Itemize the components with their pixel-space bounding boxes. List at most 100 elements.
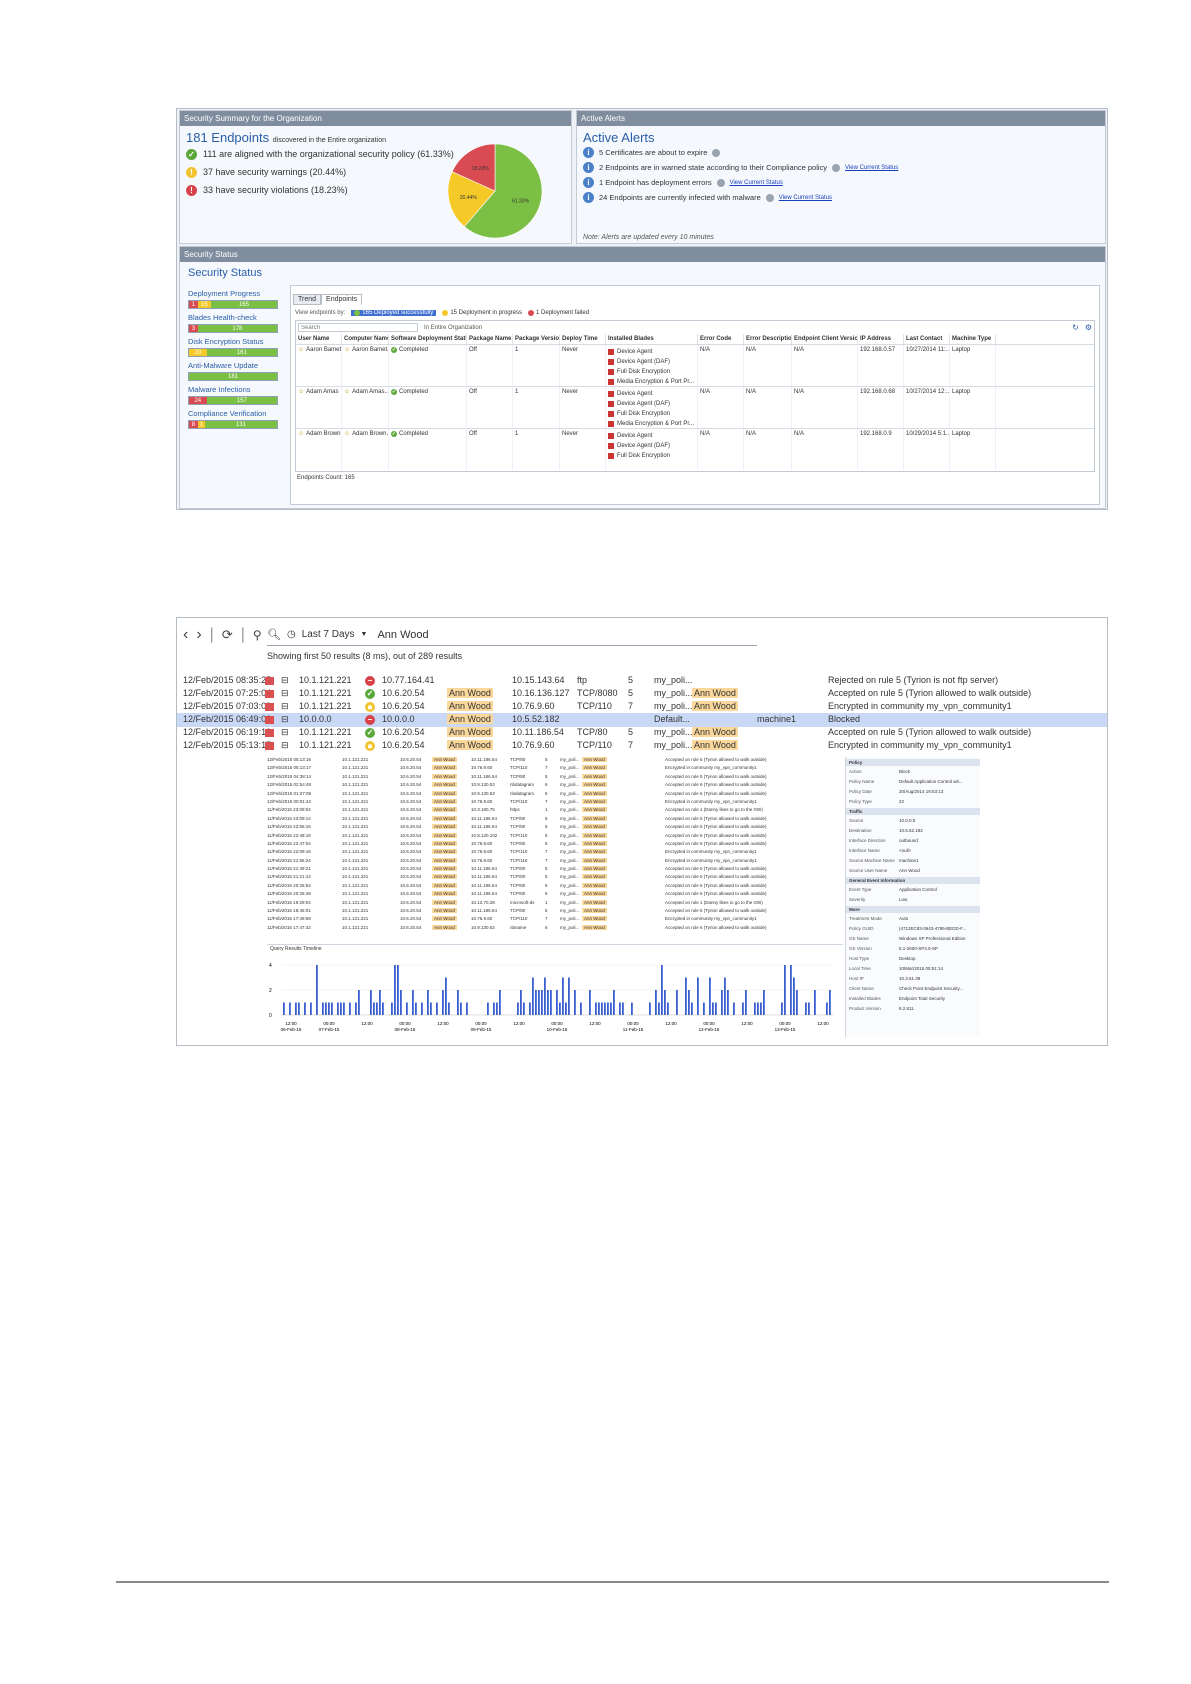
status-metric-label[interactable]: Disk Encryption Status [188,337,288,346]
log-row[interactable]: 12/Feb/2015 05:13:16 10.1.121.221 10.6.20.… [267,757,845,765]
status-metric-label[interactable]: Blades Health-check [188,313,288,322]
column-header[interactable]: Installed Blades [606,334,698,344]
status-metric-bar[interactable]: 1 15 165 [188,300,278,309]
log-row[interactable]: 12/Feb/2015 08:35:25 10.1.121.221 10.77.16… [177,674,1107,688]
log-row[interactable]: 11/Feb/2015 21:49:21 10.1.121.221 10.6.20.… [267,866,845,874]
status-metric-bar[interactable]: 3 178 [188,324,278,333]
log-cell-svc: TCP/110 [510,857,528,863]
log-cell-dst: 10.6.20.54 [400,840,422,846]
status-metric-bar[interactable]: 24 157 [188,396,278,405]
query-bar[interactable]: 🔍︎ ◷ Last 7 Days ▼ Ann Wood [267,624,757,646]
view-current-status-link[interactable]: View Current Status [779,195,832,201]
log-row[interactable]: 11/Feb/2015 22:47:04 10.1.121.221 10.6.20.… [267,840,845,849]
log-row[interactable]: 12/Feb/2015 00:01:42 10.1.121.221 10.6.20.… [267,798,845,807]
timeline-bar [631,1002,633,1015]
status-metric-label[interactable]: Malware Infections [188,385,288,394]
details-section-header[interactable]: Policy [846,759,980,766]
back-icon[interactable]: ‹ [183,626,188,644]
log-row[interactable]: 11/Feb/2015 18:45:01 10.1.121.221 10.6.20.… [267,908,845,916]
column-header[interactable]: Package Version [513,334,560,344]
status-metric-bar[interactable]: 8 1 131 [188,420,278,429]
time-range[interactable]: Last 7 Days [302,629,355,640]
status-metric-bar[interactable]: 20 161 [188,348,278,357]
column-header[interactable]: Computer Name [342,334,389,344]
chevron-down-icon[interactable]: ▼ [361,631,368,638]
status-metric-bar[interactable]: 181 [188,372,278,381]
column-header[interactable]: Error Code [698,334,744,344]
log-cell-user2: Ann Wood [582,874,607,880]
log-row[interactable]: 11/Feb/2015 20:25:49 10.1.121.221 10.6.20.… [267,891,845,899]
log-row[interactable]: 11/Feb/2015 21:56:24 10.1.121.221 10.6.20.… [267,857,845,866]
table-row[interactable]: ☺ Adam Amas ☺ Adam Amas... ✓ Completed Off 1 Nev… [296,386,1094,428]
log-row[interactable]: 12/Feb/2015 05:13:17 10.1.121.221 10.6.20.… [177,739,1107,753]
details-section-header[interactable]: More [846,906,980,913]
log-cell-ip: 10.1.121.221 [342,891,369,897]
help-icon[interactable] [765,193,774,202]
column-header[interactable]: Endpoint Client Version [792,334,858,344]
status-metric-label[interactable]: Anti-Malware Update [188,361,288,370]
status-metric-label[interactable]: Compliance Verification [188,409,288,418]
timeline-bar [610,1002,612,1015]
help-icon[interactable] [712,148,721,157]
column-header[interactable]: IP Address [858,334,904,344]
query-options-icon[interactable]: ⚲ [253,626,262,644]
deployment-filter[interactable]: 1 Deployment failed [528,310,589,316]
forward-icon[interactable]: › [196,626,201,644]
log-row[interactable]: 12/Feb/2015 07:03:09 10.1.121.221 10.6.20.… [177,700,1107,714]
refresh-icon[interactable]: ⟳ [222,626,233,644]
refresh-icon[interactable]: ↻ [1072,323,1079,332]
column-header[interactable]: Last Contact [904,334,950,344]
tab-trend[interactable]: Trend [293,294,322,305]
column-header[interactable]: Software Deployment Status [389,334,467,344]
log-cell-dst2: 10.12.70.28 [471,899,495,905]
column-header[interactable]: Error Description [744,334,792,344]
help-icon[interactable] [716,178,725,187]
log-cell-desc: Accepted on rule 5 (Tyrion allowed to wa… [665,866,767,872]
table-row[interactable]: ☺Aaron Bamet...☺Aaron Bamet...✓Completed… [296,344,1094,386]
deployment-filter[interactable]: 165 Deployed successfully [351,310,437,316]
log-row[interactable]: 11/Feb/2015 21:21:14 10.1.121.221 10.6.20.… [267,874,845,882]
column-header[interactable]: Deploy Time [560,334,606,344]
log-row[interactable]: 12/Feb/2015 05:13:17 10.1.121.221 10.6.20.… [267,765,845,773]
column-header[interactable]: Machine Type [950,334,996,344]
details-section-header[interactable]: General Event Information [846,877,980,884]
log-row[interactable]: 12/Feb/2015 04:38:14 10.1.121.221 10.6.20.… [267,773,845,782]
log-row[interactable]: 11/Feb/2015 22:56:16 10.1.121.221 10.6.20.… [267,824,845,832]
blocked-icon: − [365,676,375,686]
log-cell-user: Ann Wood [432,765,457,771]
search-input[interactable] [298,323,418,332]
view-current-status-link[interactable]: View Current Status [730,180,783,186]
log-row[interactable]: 11/Feb/2015 20:26:52 10.1.121.221 10.6.20.… [267,882,845,891]
view-current-status-link[interactable]: View Current Status [845,165,898,171]
deployment-filter[interactable]: 15 Deployment in progress [442,310,522,316]
installed-blade: Device Agent (DAF) [608,441,695,451]
column-header[interactable]: User Name [296,334,342,344]
help-icon[interactable] [832,163,841,172]
details-value: 22 [899,798,905,804]
log-row[interactable]: 11/Feb/2015 19:29:04 10.1.121.221 10.6.20.… [267,899,845,908]
alerts-note: Note: Alerts are updated every 10 minute… [583,234,714,241]
log-row[interactable]: 11/Feb/2015 17:49:59 10.1.121.221 10.6.20.… [267,916,845,924]
bar-segment: 3 [189,325,198,332]
tab-endpoints[interactable]: Endpoints [321,294,363,305]
log-row[interactable]: 12/Feb/2015 01:27:08 10.1.121.221 10.6.20.… [267,790,845,799]
log-row[interactable]: 11/Feb/2015 22:48:18 10.1.121.221 10.6.20.… [267,832,845,841]
table-row[interactable]: ☺ Adam Brown ☺ Adam Brown... ✓ Completed Off 1 N… [296,428,1094,470]
status-metric-label[interactable]: Deployment Progress [188,289,288,298]
log-row[interactable]: 11/Feb/2015 23:09:14 10.1.121.221 10.6.20.… [267,815,845,824]
timeline-bar [415,1002,417,1015]
log-row[interactable]: 11/Feb/2015 22:09:16 10.1.121.221 10.6.20.… [267,849,845,857]
details-section-header[interactable]: Traffic [846,808,980,815]
timeline-bar [676,990,678,1015]
log-row[interactable]: 12/Feb/2015 06:19:16 10.1.121.221 10.6.20.… [177,726,1107,740]
log-row[interactable]: 12/Feb/2015 06:49:00 10.0.0.0 10.0.0.0 Ann … [177,713,1107,727]
log-cell-svc: ftp [577,675,588,685]
completed-icon: ✓ [391,431,397,437]
log-row[interactable]: 12/Feb/2015 07:25:04 10.1.121.221 10.6.20.… [177,687,1107,701]
column-header[interactable]: Package Name [467,334,513,344]
log-row[interactable]: 12/Feb/2015 02:54:48 10.1.121.221 10.6.20.… [267,782,845,790]
log-row[interactable]: 11/Feb/2015 23:09:04 10.1.121.221 10.6.20.… [267,807,845,815]
settings-icon[interactable]: ⚙ [1085,323,1092,332]
query-text[interactable]: Ann Wood [377,629,428,641]
log-row[interactable]: 11/Feb/2015 17:47:42 10.1.121.221 10.6.20.… [267,924,845,933]
